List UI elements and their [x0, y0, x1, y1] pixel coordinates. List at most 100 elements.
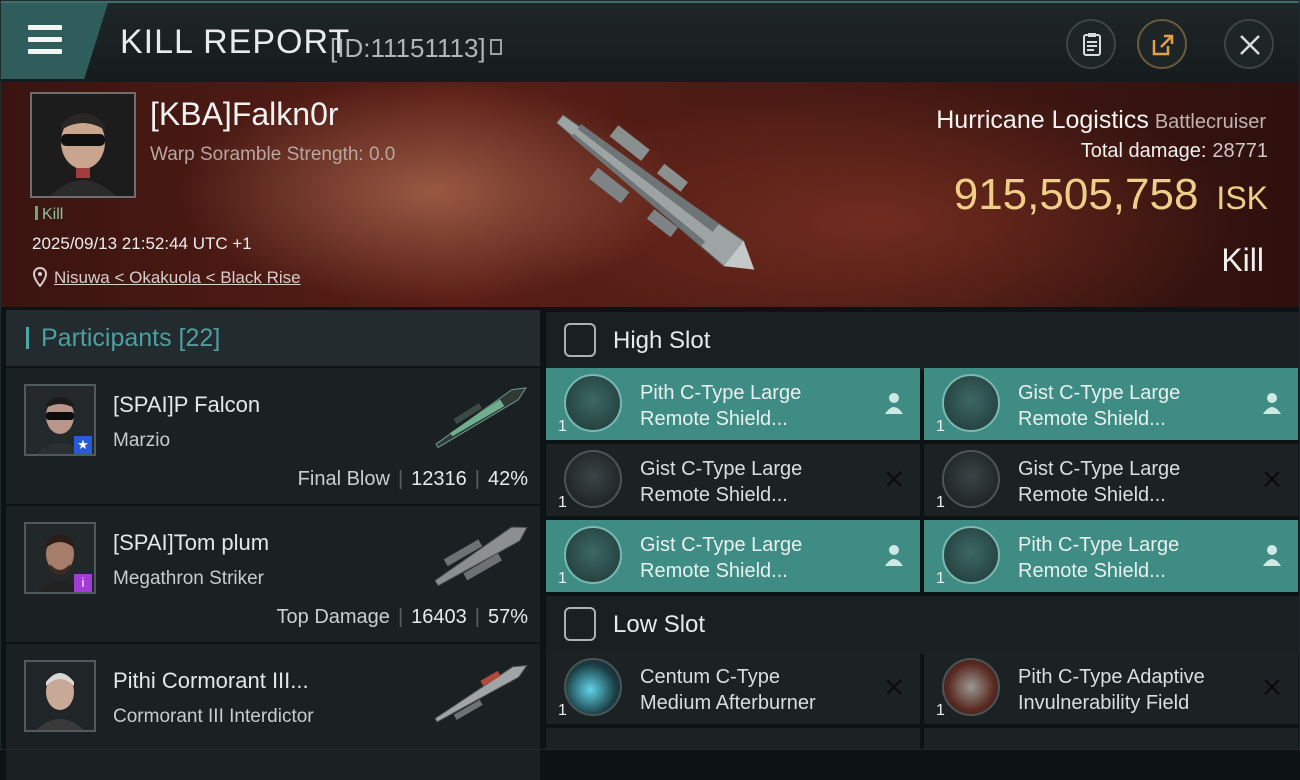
person-icon — [1263, 393, 1281, 414]
participant-name[interactable]: [SPAI]Tom plum — [113, 530, 269, 556]
module-name: Gist C-Type Large Remote Shield... — [1018, 456, 1248, 508]
module-name-line: Medium Afterburner — [640, 692, 816, 714]
low-slot-header: Low Slot — [546, 596, 1300, 654]
module-item-partial[interactable] — [924, 728, 1298, 750]
high-slot-icon — [564, 323, 596, 357]
header-accent — [26, 327, 29, 349]
module-name: Gist C-Type Large Remote Shield... — [1018, 380, 1248, 432]
module-name: Gist C-Type Large Remote Shield... — [640, 456, 870, 508]
stat-tag: Top Damage — [276, 606, 390, 628]
module-item[interactable]: 1 Pith C-Type Adaptive Invulnerability Fi… — [924, 652, 1298, 724]
module-name: Gist C-Type Large Remote Shield... — [640, 532, 870, 584]
divider: | — [474, 606, 480, 628]
module-name-line: Remote Shield... — [640, 484, 788, 506]
share-button[interactable] — [1137, 19, 1187, 69]
shield-module-icon — [564, 450, 622, 508]
participant-ship-image — [435, 387, 527, 449]
low-slot-title: Low Slot — [613, 611, 706, 638]
module-name-line: Invulnerability Field — [1018, 692, 1190, 714]
star-badge-icon: ★ — [74, 436, 92, 454]
kill-timestamp: 2025/09/13 21:52:44 UTC +1 — [32, 234, 252, 253]
module-quantity: 1 — [936, 570, 945, 587]
hamburger-bar — [28, 49, 62, 54]
menu-button[interactable] — [0, 3, 108, 79]
damage-percent: 57% — [487, 606, 528, 628]
participant-ship: Marzio — [113, 430, 171, 451]
module-name-line: Remote Shield... — [640, 408, 788, 430]
shield-module-icon — [564, 526, 622, 584]
victim-name[interactable]: [KBA]Falkn0r — [150, 96, 339, 133]
module-name-line: Pith C-Type Adaptive — [1018, 666, 1205, 688]
participant-name[interactable]: Pithi Cormorant III... — [113, 668, 309, 694]
module-name: Pith C-Type Large Remote Shield... — [640, 380, 870, 432]
module-quantity: 1 — [558, 702, 567, 719]
module-quantity: 1 — [558, 418, 567, 435]
module-item[interactable]: 1 Centum C-Type Medium Afterburner — [546, 652, 920, 724]
victim-ship-name[interactable]: Hurricane Logistics Battlecruiser — [936, 106, 1266, 135]
module-item[interactable]: 1 Gist C-Type Large Remote Shield... — [924, 444, 1298, 516]
participant-row[interactable]: Pithi Cormorant III... Cormorant III Int… — [6, 644, 540, 780]
high-slot-header: High Slot — [546, 312, 1300, 370]
isk-value: 915,505,758 ISK — [954, 170, 1268, 220]
destroyed-x-icon — [1264, 679, 1280, 695]
module-name-line: Gist C-Type Large — [640, 534, 803, 556]
participants-title: Participants [22] — [41, 324, 221, 352]
module-item[interactable]: 1 Pith C-Type Large Remote Shield... — [546, 368, 920, 440]
module-item[interactable]: 1 Gist C-Type Large Remote Shield... — [924, 368, 1298, 440]
participant-ship: Cormorant III Interdictor — [113, 706, 314, 727]
participant-row[interactable]: ★ [SPAI]P Falcon Marzio Final Blow | 12316… — [6, 368, 540, 504]
module-name-line: Remote Shield... — [1018, 560, 1166, 582]
module-quantity: 1 — [936, 418, 945, 435]
location-link[interactable]: Nisuwa < Okakuola < Black Rise — [54, 268, 301, 288]
info-badge-icon: i — [74, 574, 92, 592]
person-icon — [885, 393, 903, 414]
divider: | — [397, 468, 404, 490]
module-item[interactable]: 1 Gist C-Type Large Remote Shield... — [546, 444, 920, 516]
module-item-partial[interactable] — [546, 728, 920, 750]
shield-module-icon — [564, 374, 622, 432]
report-id: [ID:11151113] — [330, 33, 486, 63]
victim-ship-image — [556, 114, 755, 270]
copy-id-icon[interactable] — [490, 39, 502, 55]
participant-stats: Top Damage | 16403 | 57% — [277, 606, 528, 629]
module-name-line: Centum C-Type — [640, 666, 781, 688]
participant-ship-image — [434, 526, 528, 587]
damage-value: 12316 — [411, 468, 467, 490]
location-pin-icon — [33, 267, 47, 287]
divider: | — [397, 606, 404, 628]
isk-amount: 915,505,758 — [953, 170, 1199, 219]
participant-row[interactable]: i [SPAI]Tom plum Megathron Striker Top D… — [6, 506, 540, 642]
clipboard-button[interactable] — [1066, 19, 1116, 69]
total-damage-label: Total damage: — [1080, 140, 1207, 162]
ship-class: Battlecruiser — [1154, 111, 1266, 133]
participants-header[interactable]: Participants [22] — [6, 310, 540, 366]
participant-avatar[interactable] — [24, 660, 96, 732]
destroyed-x-icon — [886, 471, 902, 487]
page-title: KILL REPORT — [120, 23, 351, 61]
module-name-line: Gist C-Type Large — [1018, 458, 1181, 480]
share-icon — [1152, 34, 1174, 56]
module-item[interactable]: 1 Pith C-Type Large Remote Shield... — [924, 520, 1298, 592]
shield-module-icon — [942, 450, 1000, 508]
clipboard-icon — [1083, 33, 1101, 56]
victim-banner: [KBA]Falkn0r Warp Soramble Strength: 0.0… — [0, 82, 1300, 307]
participant-name[interactable]: [SPAI]P Falcon — [113, 392, 260, 418]
module-name: Centum C-Type Medium Afterburner — [640, 664, 870, 716]
victim-avatar[interactable] — [30, 92, 136, 198]
module-name: Pith C-Type Adaptive Invulnerability Fiel… — [1018, 664, 1248, 716]
module-name-line: Gist C-Type Large — [640, 458, 803, 480]
module-quantity: 1 — [558, 570, 567, 587]
shield-module-icon — [942, 526, 1000, 584]
participant-ship: Megathron Striker — [113, 568, 265, 589]
module-item[interactable]: 1 Gist C-Type Large Remote Shield... — [546, 520, 920, 592]
module-quantity: 1 — [558, 494, 567, 511]
close-button[interactable] — [1224, 19, 1274, 69]
stat-tag: Final Blow — [297, 468, 390, 490]
ship-name-text: Hurricane Logistics — [936, 106, 1149, 134]
kill-result: Kill — [1221, 242, 1264, 278]
module-name-line: Remote Shield... — [640, 560, 788, 582]
total-damage-value: 28771 — [1212, 140, 1268, 162]
participant-ship-image — [434, 664, 528, 723]
module-name: Pith C-Type Large Remote Shield... — [1018, 532, 1248, 584]
close-icon — [1240, 35, 1260, 55]
